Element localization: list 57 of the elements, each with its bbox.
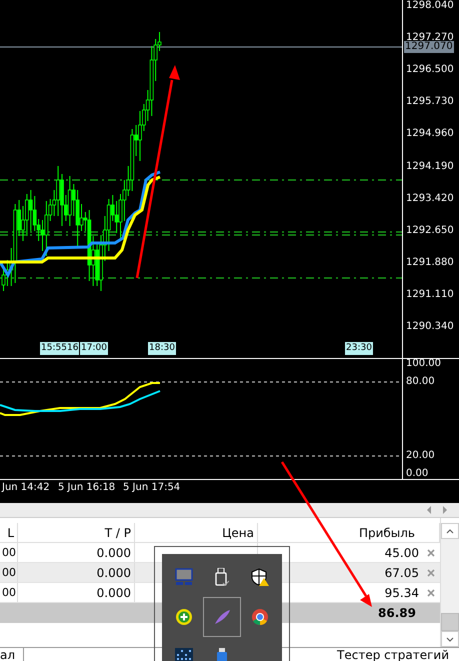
close-icon[interactable]	[427, 548, 435, 556]
scroll-left-icon[interactable]	[427, 506, 431, 514]
time-marker: 23:30	[345, 342, 373, 355]
price-tick-label: 1296.500	[406, 64, 454, 76]
date-axis-label: 5 Jun 16:18	[58, 482, 116, 494]
table-cell-text: 67.05	[384, 564, 419, 582]
price-tick-label: 1290.340	[406, 321, 454, 333]
current-price-label: 1297.070	[404, 41, 454, 53]
plus-icon[interactable]	[175, 608, 193, 626]
oscillator-level-label: 100.00	[406, 358, 441, 370]
time-marker: 16	[66, 342, 80, 355]
price-tick-label: 1298.040	[406, 0, 454, 12]
chevron-down-icon	[446, 636, 454, 642]
price-tick-label: 1295.730	[406, 96, 454, 108]
table-cell-text: 0.000	[96, 545, 131, 562]
date-axis-label: Jun 14:42	[2, 482, 50, 494]
time-marker: 18:30	[148, 342, 176, 355]
table-cell-text: 0.000	[96, 585, 131, 602]
time-marker: 15:55	[40, 342, 68, 355]
column-header[interactable]: L	[0, 523, 18, 542]
price-tick-label: 1294.190	[406, 160, 454, 172]
total-profit: 86.89	[378, 605, 416, 622]
feather-icon[interactable]	[213, 608, 231, 626]
table-cell-text: 95.34	[384, 584, 419, 602]
usb-stick-icon[interactable]	[216, 648, 228, 661]
selected-tray-slot[interactable]	[203, 597, 241, 637]
table-cell-text: 45.00	[384, 544, 419, 562]
browser-icon[interactable]	[251, 608, 269, 626]
scroll-down-button[interactable]	[441, 631, 459, 647]
price-tick-label: 1293.420	[406, 192, 454, 205]
time-marker: 17:00	[80, 342, 108, 355]
close-icon[interactable]	[427, 588, 435, 596]
column-header[interactable]: Прибыль	[258, 523, 440, 542]
column-header[interactable]: Цена	[135, 523, 258, 542]
usb-drive-icon[interactable]	[215, 568, 229, 586]
chevron-up-icon	[446, 528, 454, 534]
price-tick-label: 1294.960	[406, 128, 454, 140]
monitor-icon[interactable]	[175, 568, 193, 586]
shield-warning-icon[interactable]	[251, 568, 269, 586]
price-tick-label: 1291.880	[406, 256, 454, 269]
scroll-right-icon[interactable]	[443, 506, 447, 514]
close-icon[interactable]	[427, 568, 435, 576]
table-cell-text: 0.000	[96, 565, 131, 582]
table-cell-text: 00	[2, 565, 16, 581]
date-axis-label: 5 Jun 17:54	[123, 482, 180, 494]
scrollbar-thumb[interactable]	[441, 613, 459, 631]
price-tick-label: 1292.650	[406, 224, 454, 237]
scroll-up-button[interactable]	[441, 523, 459, 539]
bottom-tab[interactable]: ал	[0, 648, 24, 661]
oscillator-level-label: 0.00	[406, 468, 428, 480]
oscillator-level-label: 80.00	[406, 376, 435, 388]
table-cell-text: 00	[2, 545, 16, 561]
grid-icon[interactable]	[175, 648, 193, 661]
price-tick-label: 1291.110	[406, 288, 454, 301]
oscillator-level-label: 20.00	[406, 450, 435, 462]
table-cell-text: 00	[2, 585, 16, 601]
column-header[interactable]: T / P	[18, 523, 135, 542]
